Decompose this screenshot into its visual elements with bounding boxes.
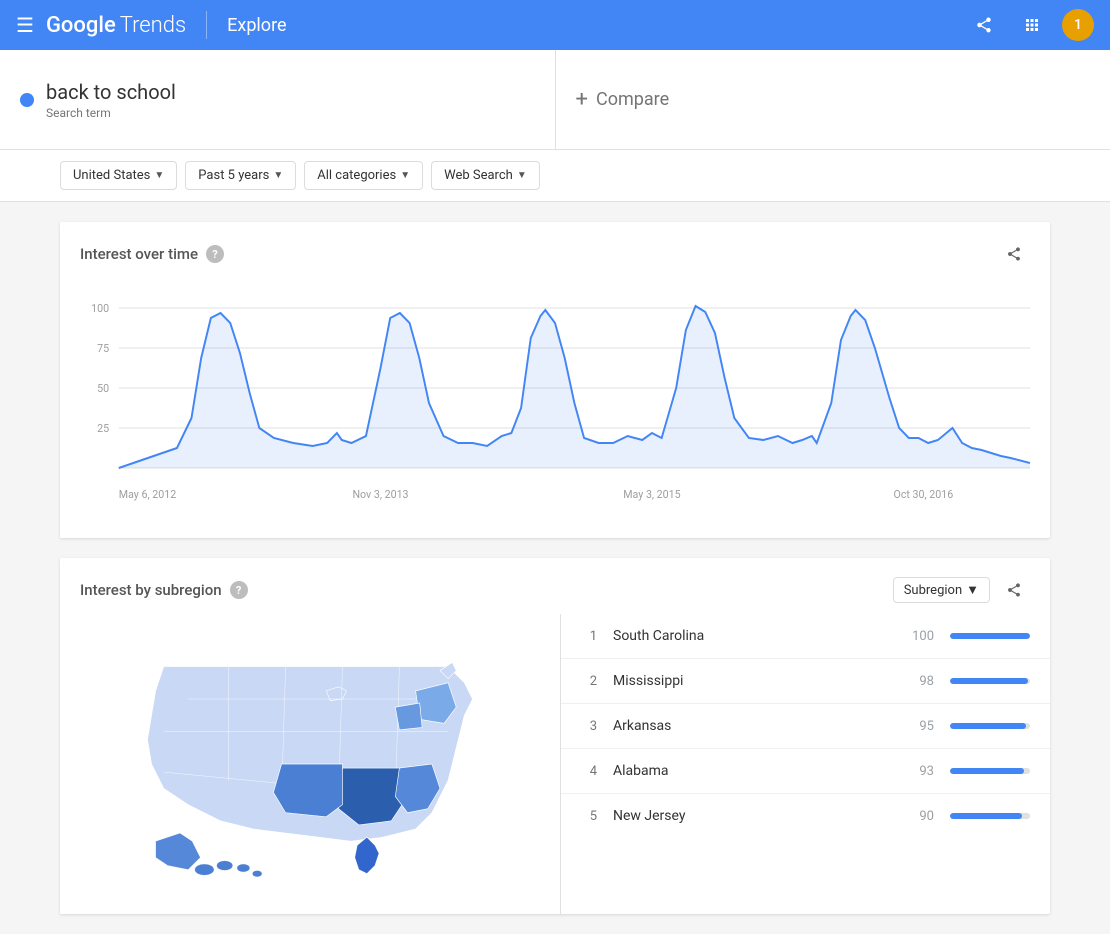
rank-num-3: 3 [581, 719, 597, 734]
svg-text:Nov 3, 2013: Nov 3, 2013 [352, 488, 408, 501]
search-term-text: back to school [46, 80, 176, 104]
rank-score-1: 100 [904, 629, 934, 644]
rank-bar-container-5 [950, 813, 1030, 819]
subregion-dropdown-label: Subregion [904, 583, 962, 598]
rank-name-5: New Jersey [613, 808, 888, 824]
rank-score-2: 98 [904, 674, 934, 689]
search-type-filter[interactable]: Web Search ▼ [431, 161, 540, 190]
ranking-row-1: 1 South Carolina 100 [561, 614, 1050, 659]
share-header-icon[interactable] [966, 7, 1002, 43]
logo-trends: Trends [120, 13, 186, 38]
time-filter[interactable]: Past 5 years ▼ [185, 161, 296, 190]
rank-bar-2 [950, 678, 1028, 684]
rank-num-2: 2 [581, 674, 597, 689]
svg-text:50: 50 [97, 382, 109, 395]
interest-by-subregion-card: Interest by subregion ? Subregion ▼ [60, 558, 1050, 914]
app-header: ☰ Google Trends Explore 1 [0, 0, 1110, 50]
compare-plus-icon: + [576, 87, 588, 112]
ranking-row-2: 2 Mississippi 98 [561, 659, 1050, 704]
main-content: Interest over time ? 100 [0, 202, 1110, 934]
interest-over-time-card: Interest over time ? 100 [60, 222, 1050, 538]
ranking-row-4: 4 Alabama 93 [561, 749, 1050, 794]
interest-by-subregion-title: Interest by subregion [80, 581, 222, 599]
logo: Google Trends [46, 13, 186, 38]
search-term-label: Search term [46, 106, 176, 120]
search-type-filter-label: Web Search [444, 168, 513, 183]
rank-bar-3 [950, 723, 1026, 729]
categories-filter[interactable]: All categories ▼ [304, 161, 423, 190]
header-divider [206, 11, 207, 39]
interest-over-time-title: Interest over time [80, 245, 198, 263]
region-filter[interactable]: United States ▼ [60, 161, 177, 190]
search-type-filter-arrow: ▼ [517, 170, 527, 181]
svg-text:May 3, 2015: May 3, 2015 [623, 488, 680, 501]
search-area: back to school Search term + Compare [0, 50, 1110, 150]
svg-text:25: 25 [97, 422, 109, 435]
rank-bar-container-2 [950, 678, 1030, 684]
hamburger-icon[interactable]: ☰ [16, 13, 34, 37]
categories-filter-arrow: ▼ [400, 170, 410, 181]
subregion-share-icon[interactable] [998, 574, 1030, 606]
apps-icon[interactable] [1014, 7, 1050, 43]
svg-text:May 6, 2012: May 6, 2012 [119, 488, 176, 501]
rank-name-3: Arkansas [613, 718, 888, 734]
svg-text:100: 100 [91, 302, 109, 315]
interest-by-subregion-header: Interest by subregion ? Subregion ▼ [60, 558, 1050, 614]
rank-score-5: 90 [904, 809, 934, 824]
interest-over-time-share-icon[interactable] [998, 238, 1030, 270]
chart-container: 100 75 50 25 May 6, 2012 Nov 3, 2013 May… [60, 278, 1050, 538]
user-avatar[interactable]: 1 [1062, 9, 1094, 41]
rank-bar-5 [950, 813, 1022, 819]
explore-label: Explore [227, 15, 286, 36]
search-term-dot [20, 93, 34, 107]
rank-name-4: Alabama [613, 763, 888, 779]
categories-filter-label: All categories [317, 168, 396, 183]
us-map-area [60, 614, 560, 914]
time-filter-arrow: ▼ [273, 170, 283, 181]
rank-bar-4 [950, 768, 1024, 774]
ranking-row-5: 5 New Jersey 90 [561, 794, 1050, 838]
compare-label: Compare [596, 89, 669, 110]
search-term-box[interactable]: back to school Search term [0, 50, 556, 149]
interest-over-time-help[interactable]: ? [206, 245, 224, 263]
ranking-row-3: 3 Arkansas 95 [561, 704, 1050, 749]
svg-text:75: 75 [97, 342, 109, 355]
rank-bar-1 [950, 633, 1030, 639]
compare-box[interactable]: + Compare [556, 50, 1110, 149]
us-map-svg [100, 634, 520, 894]
rank-num-4: 4 [581, 764, 597, 779]
logo-google: Google [46, 13, 116, 38]
rank-bar-container-4 [950, 768, 1030, 774]
subregion-dropdown[interactable]: Subregion ▼ [893, 577, 990, 603]
subregion-content: 1 South Carolina 100 2 Mississippi 98 [60, 614, 1050, 914]
rankings-area: 1 South Carolina 100 2 Mississippi 98 [560, 614, 1050, 914]
subregion-dropdown-arrow: ▼ [966, 582, 979, 598]
rank-name-1: South Carolina [613, 628, 888, 644]
rank-bar-container-3 [950, 723, 1030, 729]
region-filter-arrow: ▼ [154, 170, 164, 181]
interest-over-time-header: Interest over time ? [60, 222, 1050, 278]
filter-bar: United States ▼ Past 5 years ▼ All categ… [0, 150, 1110, 202]
rank-bar-container-1 [950, 633, 1030, 639]
svg-text:Oct 30, 2016: Oct 30, 2016 [893, 488, 953, 501]
rank-num-5: 5 [581, 809, 597, 824]
subregion-controls: Subregion ▼ [893, 574, 1030, 606]
interest-chart-svg: 100 75 50 25 May 6, 2012 Nov 3, 2013 May… [80, 288, 1030, 518]
interest-by-subregion-help[interactable]: ? [230, 581, 248, 599]
time-filter-label: Past 5 years [198, 168, 269, 183]
rank-name-2: Mississippi [613, 673, 888, 689]
region-filter-label: United States [73, 168, 150, 183]
search-term-info: back to school Search term [46, 80, 176, 120]
rank-num-1: 1 [581, 629, 597, 644]
rank-score-4: 93 [904, 764, 934, 779]
rank-score-3: 95 [904, 719, 934, 734]
chart-svg-wrapper: 100 75 50 25 May 6, 2012 Nov 3, 2013 May… [80, 288, 1030, 518]
